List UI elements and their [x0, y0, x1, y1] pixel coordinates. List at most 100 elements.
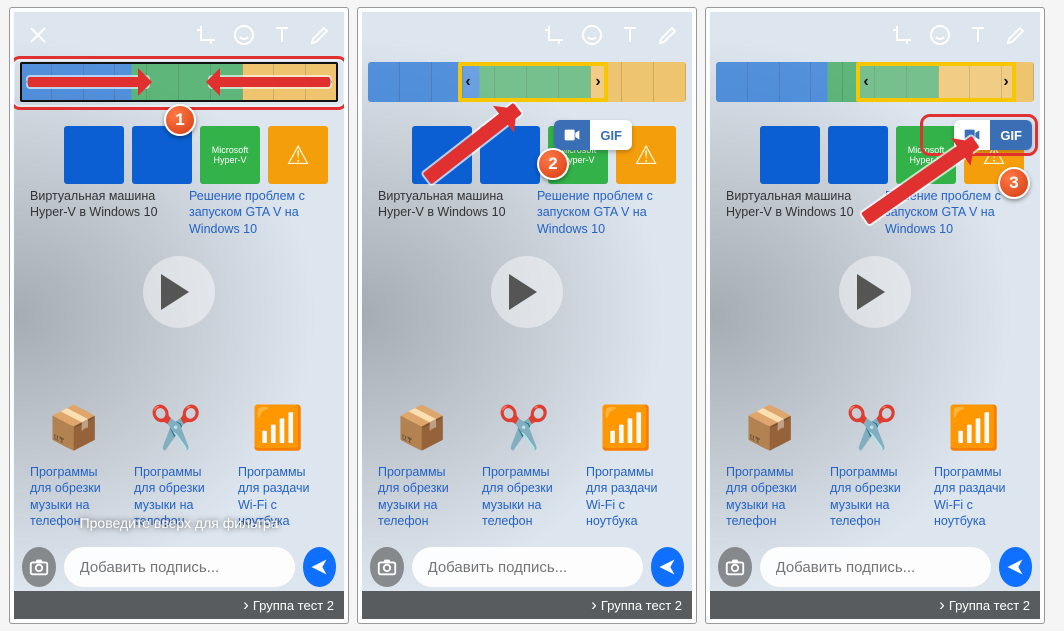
emoji-button[interactable]	[226, 17, 262, 53]
article-title: Программы для обрезки музыки на телефон	[378, 464, 468, 529]
phone-step-1: Microsoft Hyper-V Виртуальная машина Hyp…	[10, 8, 348, 623]
trim-handle-left[interactable]: ‹	[460, 66, 476, 98]
article-title: Решение проблем с запуском GTA V на Wind…	[885, 188, 1024, 237]
video-trim-bar[interactable]: ‹ ›	[20, 62, 338, 102]
crop-rotate-icon	[542, 23, 566, 47]
send-button[interactable]	[651, 547, 685, 587]
draw-tool-button[interactable]	[650, 17, 686, 53]
video-gif-toggle[interactable]: GIF	[954, 120, 1032, 150]
trim-handle-left[interactable]: ‹	[858, 66, 874, 98]
article-title: Программы для обрезки музыки на телефон	[726, 464, 816, 529]
send-icon	[657, 557, 677, 577]
caption-send-bar	[14, 543, 344, 591]
caption-input[interactable]	[64, 547, 295, 587]
send-icon	[1005, 557, 1025, 577]
send-button[interactable]	[999, 547, 1033, 587]
camera-gallery-button[interactable]	[718, 547, 752, 587]
tile-blue	[132, 126, 192, 184]
camera-gallery-button[interactable]	[22, 547, 56, 587]
trim-handle-right[interactable]: ›	[590, 66, 606, 98]
crop-rotate-button[interactable]	[884, 17, 920, 53]
text-icon	[966, 23, 990, 47]
trim-selection[interactable]: ‹ ›	[20, 62, 338, 102]
toggle-gif-mode[interactable]: GIF	[990, 120, 1032, 150]
article-title: Программы для раздачи Wi-Fi с ноутбука	[934, 464, 1024, 529]
toggle-video-mode[interactable]	[554, 120, 590, 150]
camera-gallery-button[interactable]	[370, 547, 404, 587]
caption-input[interactable]	[760, 547, 991, 587]
tile-blue	[760, 126, 820, 184]
caption-send-bar	[710, 543, 1040, 591]
draw-icon	[308, 23, 332, 47]
toggle-video-mode[interactable]	[954, 120, 990, 150]
crop-rotate-button[interactable]	[188, 17, 224, 53]
tutorial-collage: Microsoft Hyper-V Виртуальная машина Hyp…	[10, 8, 1054, 623]
article-title: Виртуальная машина Hyper-V в Windows 10	[726, 188, 865, 237]
software-box-icon: 📦	[32, 386, 116, 470]
camera-icon	[724, 556, 746, 578]
video-icon	[964, 129, 980, 141]
video-trim-bar[interactable]: ‹ ›	[716, 62, 1034, 102]
play-button[interactable]	[143, 256, 215, 328]
draw-icon	[1004, 23, 1028, 47]
article-title: Решение проблем с запуском GTA V на Wind…	[537, 188, 676, 237]
crop-rotate-button[interactable]	[536, 17, 572, 53]
text-tool-button[interactable]	[960, 17, 996, 53]
router-icon: 📶	[584, 386, 668, 470]
scissors-icon: ✂️	[482, 386, 566, 470]
draw-icon	[656, 23, 680, 47]
draw-tool-button[interactable]	[302, 17, 338, 53]
emoji-button[interactable]	[922, 17, 958, 53]
text-tool-button[interactable]	[612, 17, 648, 53]
video-trim-bar[interactable]: ‹ ›	[368, 62, 686, 102]
trim-handle-right[interactable]: ›	[998, 66, 1014, 98]
article-title: Программы для раздачи Wi-Fi с ноутбука	[586, 464, 676, 529]
close-icon	[26, 23, 50, 47]
trim-selection[interactable]: ‹ ›	[458, 62, 608, 102]
tile-blue	[412, 126, 472, 184]
editor-top-toolbar	[14, 12, 344, 58]
video-icon	[564, 129, 580, 141]
emoji-button[interactable]	[574, 17, 610, 53]
swipe-up-filter-hint: Проведите вверх для фильтра	[14, 515, 344, 531]
article-title: Виртуальная машина Hyper-V в Windows 10	[378, 188, 517, 237]
tile-blue	[480, 126, 540, 184]
editor-top-toolbar	[362, 12, 692, 58]
video-gif-toggle[interactable]: GIF	[554, 120, 632, 150]
recipient-chip[interactable]: Группа тест 2	[362, 591, 692, 619]
scissors-icon: ✂️	[830, 386, 914, 470]
draw-tool-button[interactable]	[998, 17, 1034, 53]
send-button[interactable]	[303, 547, 337, 587]
router-icon: 📶	[932, 386, 1016, 470]
camera-icon	[376, 556, 398, 578]
editor-top-toolbar	[710, 12, 1040, 58]
trim-handle-left[interactable]: ‹	[20, 64, 36, 100]
phone-step-2: Microsoft Hyper-V Виртуальная машина Hyp…	[358, 8, 696, 623]
text-icon	[270, 23, 294, 47]
emoji-icon	[580, 23, 604, 47]
tile-microsoft: Microsoft Hyper-V	[896, 126, 956, 184]
caption-send-bar	[362, 543, 692, 591]
close-button[interactable]	[20, 17, 56, 53]
tile-warning	[268, 126, 328, 184]
play-button[interactable]	[491, 256, 563, 328]
recipient-chip[interactable]: Группа тест 2	[710, 591, 1040, 619]
recipient-chip[interactable]: Группа тест 2	[14, 591, 344, 619]
send-icon	[309, 557, 329, 577]
trim-selection[interactable]: ‹ ›	[856, 62, 1016, 102]
text-icon	[618, 23, 642, 47]
caption-input[interactable]	[412, 547, 643, 587]
toggle-gif-mode[interactable]: GIF	[590, 120, 632, 150]
camera-icon	[28, 556, 50, 578]
software-box-icon: 📦	[380, 386, 464, 470]
play-button[interactable]	[839, 256, 911, 328]
article-title: Виртуальная машина Hyper-V в Windows 10	[30, 188, 169, 237]
crop-rotate-icon	[194, 23, 218, 47]
article-title: Решение проблем с запуском GTA V на Wind…	[189, 188, 328, 237]
trim-handle-right[interactable]: ›	[322, 64, 338, 100]
recipient-name: Группа тест 2	[253, 598, 334, 613]
text-tool-button[interactable]	[264, 17, 300, 53]
recipient-name: Группа тест 2	[949, 598, 1030, 613]
tile-blue	[828, 126, 888, 184]
software-box-icon: 📦	[728, 386, 812, 470]
